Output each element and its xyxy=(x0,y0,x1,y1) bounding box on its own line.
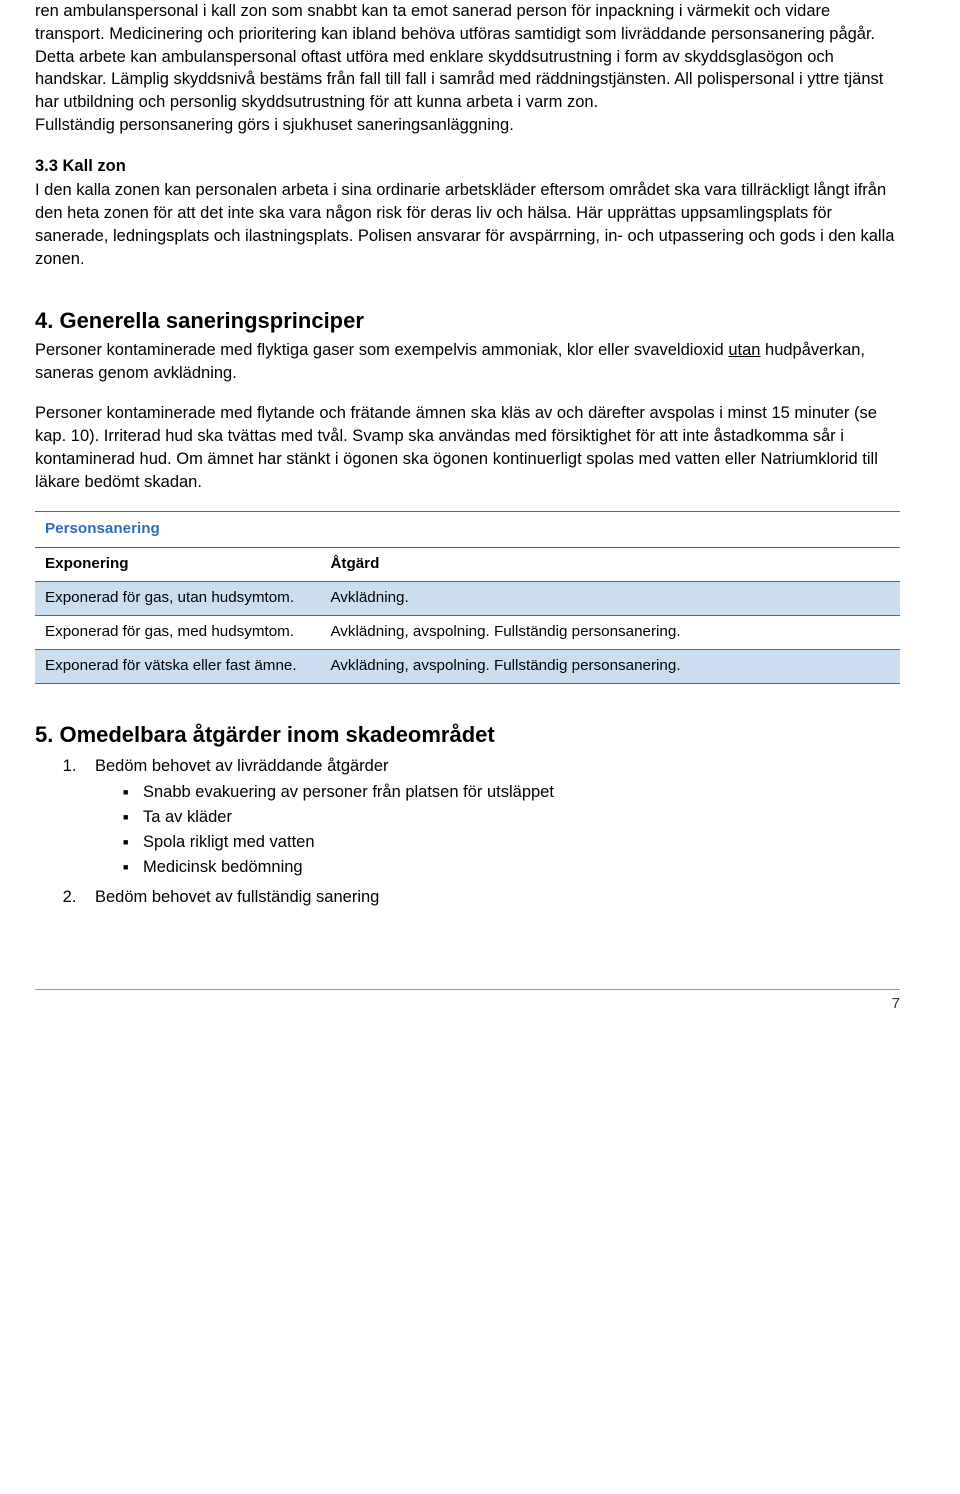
s4-p1a: Personer kontaminerade med flyktiga gase… xyxy=(35,341,728,359)
page-footer: 7 xyxy=(35,989,900,1015)
heading-5: 5. Omedelbara åtgärder inom skadeområdet xyxy=(35,720,900,750)
body-3-3: I den kalla zonen kan personalen arbeta … xyxy=(35,179,900,270)
intro-paragraph: ren ambulanspersonal i kall zon som snab… xyxy=(35,0,900,137)
table-cell: Avklädning, avspolning. Fullständig pers… xyxy=(320,650,900,684)
bullet-item: Medicinsk bedömning xyxy=(143,856,900,879)
para1b-text: Fullständig personsanering görs i sjukhu… xyxy=(35,116,514,134)
para1-text: ren ambulanspersonal i kall zon som snab… xyxy=(35,2,883,111)
table-cell: Exponerad för vätska eller fast ämne. xyxy=(35,650,320,684)
numbered-list: Bedöm behovet av livräddande åtgärder Sn… xyxy=(35,755,900,910)
table-cell: Avklädning, avspolning. Fullständig pers… xyxy=(320,616,900,650)
table-cell: Avklädning. xyxy=(320,582,900,616)
bullet-item: Ta av kläder xyxy=(143,806,900,829)
page-number: 7 xyxy=(892,995,900,1012)
s4-p2: Personer kontaminerade med flytande och … xyxy=(35,402,900,493)
table-header-atgard: Åtgärd xyxy=(320,548,900,582)
list-item: Bedöm behovet av livräddande åtgärder Sn… xyxy=(81,755,900,879)
list-item: Bedöm behovet av fullständig sanering xyxy=(81,886,900,909)
personsanering-table: Personsanering Exponering Åtgärd Exponer… xyxy=(35,511,900,684)
table-title: Personsanering xyxy=(35,512,900,548)
heading-3-3: 3.3 Kall zon xyxy=(35,155,900,178)
bullet-item: Spola rikligt med vatten xyxy=(143,831,900,854)
bullet-item: Snabb evakuering av personer från platse… xyxy=(143,781,900,804)
table-cell: Exponerad för gas, utan hudsymtom. xyxy=(35,582,320,616)
table-header-exponering: Exponering xyxy=(35,548,320,582)
li1-text: Bedöm behovet av livräddande åtgärder xyxy=(95,757,389,775)
heading-4: 4. Generella saneringsprinciper xyxy=(35,306,900,336)
table-cell: Exponerad för gas, med hudsymtom. xyxy=(35,616,320,650)
s4-p1-underline: utan xyxy=(728,341,760,359)
bullet-list: Snabb evakuering av personer från platse… xyxy=(95,781,900,878)
s4-p1: Personer kontaminerade med flyktiga gase… xyxy=(35,339,900,385)
